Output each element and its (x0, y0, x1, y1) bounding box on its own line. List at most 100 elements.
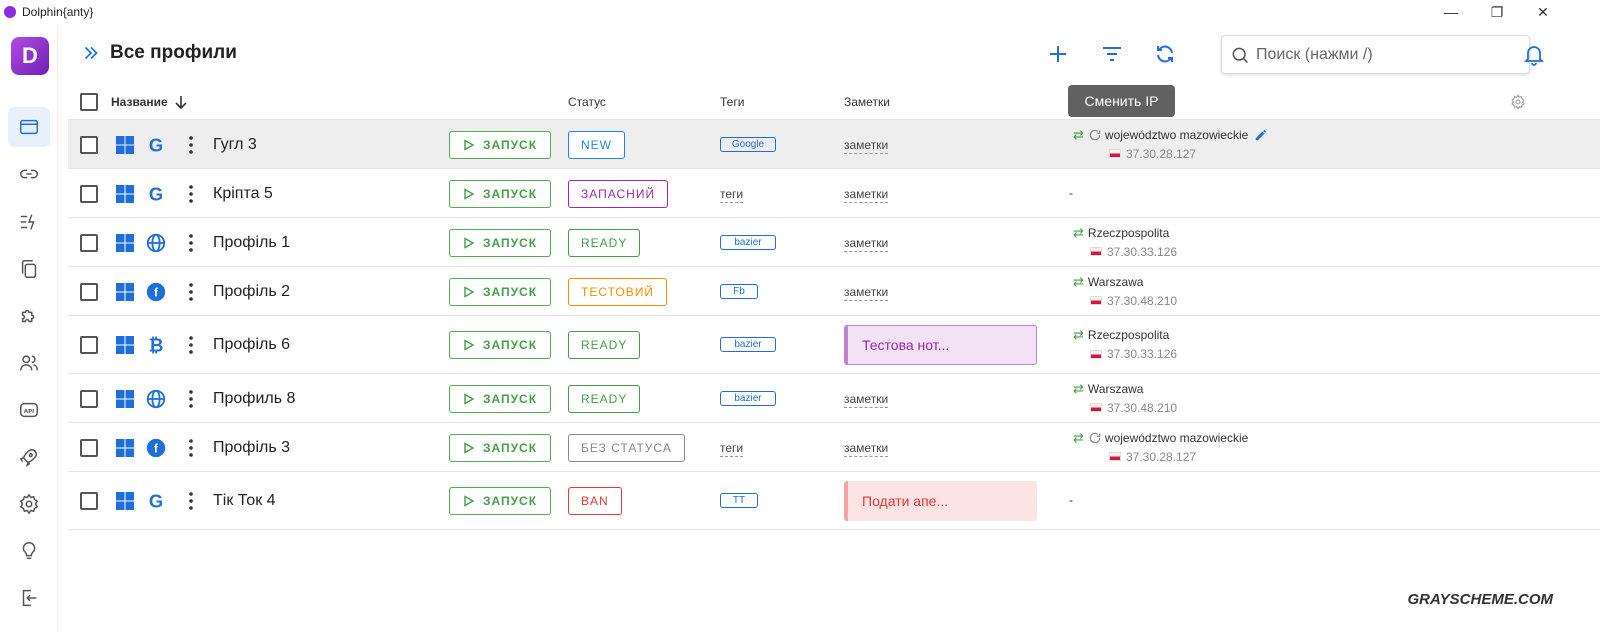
tag-chip[interactable]: bazier (720, 337, 776, 352)
column-settings-gear-icon[interactable] (1510, 94, 1526, 110)
profile-name[interactable]: Профіль 6 (213, 336, 290, 354)
notes-link[interactable]: заметки (844, 441, 889, 457)
row-checkbox[interactable] (80, 438, 98, 457)
row-checkbox[interactable] (80, 492, 98, 510)
sidebar-item-api[interactable]: API (8, 390, 50, 430)
more-vertical-icon[interactable] (185, 389, 197, 409)
filter-button[interactable] (1098, 40, 1126, 68)
rotate-icon[interactable] (1088, 128, 1102, 142)
proxy-swap-icon[interactable]: ⇄ (1073, 327, 1084, 343)
notes-link[interactable]: заметки (844, 285, 889, 301)
launch-button[interactable]: ЗАПУСК (449, 433, 551, 462)
profile-name[interactable]: Кріпта 5 (213, 185, 273, 203)
proxy-swap-icon[interactable]: ⇄ (1073, 127, 1084, 143)
more-vertical-icon[interactable] (185, 282, 197, 302)
launch-button[interactable]: ЗАПУСК (449, 228, 551, 257)
row-checkbox[interactable] (80, 389, 98, 408)
select-all-checkbox[interactable] (80, 93, 98, 111)
status-badge[interactable]: NEW (568, 130, 625, 159)
search-input[interactable] (1256, 45, 1516, 64)
more-vertical-icon[interactable] (185, 184, 197, 204)
tag-chip[interactable]: bazier (720, 234, 776, 250)
notes-link[interactable]: заметки (844, 138, 889, 154)
notes-link[interactable]: заметки (844, 236, 889, 252)
sidebar-item-proxies[interactable] (8, 154, 50, 194)
more-vertical-icon[interactable] (185, 233, 197, 253)
minimize-icon[interactable]: — (1428, 0, 1474, 24)
table-row[interactable]: ₿ Профіль 6 ЗАПУСК READY bazier Тестова … (68, 316, 1600, 374)
tag-chip[interactable]: TT (720, 493, 758, 508)
profile-name[interactable]: Гугл 3 (213, 136, 257, 154)
sidebar-item-settings[interactable] (8, 484, 50, 524)
sidebar-item-scenarios[interactable] (8, 202, 50, 242)
pencil-icon[interactable] (1254, 128, 1268, 142)
search-box[interactable] (1221, 35, 1530, 74)
more-vertical-icon[interactable] (185, 438, 197, 458)
add-profile-button[interactable] (1044, 40, 1072, 68)
launch-button[interactable]: ЗАПУСК (449, 384, 551, 413)
launch-button[interactable]: ЗАПУСК (449, 331, 551, 359)
close-icon[interactable]: ✕ (1520, 0, 1566, 24)
column-header-tags[interactable]: Теги (720, 95, 744, 109)
row-checkbox[interactable] (80, 233, 98, 252)
notes-link[interactable]: заметки (844, 392, 889, 408)
sort-arrow-down-icon[interactable] (174, 94, 188, 110)
more-vertical-icon[interactable] (185, 491, 197, 511)
table-row[interactable]: Профиль 8 ЗАПУСК READY bazier заметки ⇄ … (68, 374, 1600, 423)
dolphin-logo-icon[interactable]: D (11, 37, 49, 75)
status-badge[interactable]: READY (568, 384, 641, 413)
proxy-swap-icon[interactable]: ⇄ (1073, 225, 1084, 241)
note-box[interactable]: Тестова нот... (844, 325, 1037, 365)
profile-name[interactable]: Профіль 1 (213, 234, 290, 252)
row-checkbox[interactable] (80, 282, 98, 301)
sidebar-item-extensions[interactable] (8, 296, 50, 336)
launch-button[interactable]: ЗАПУСК (449, 130, 551, 159)
table-row[interactable]: G Гугл 3 ЗАПУСК NEW Google заметки ⇄ woj… (68, 120, 1600, 169)
notifications-button[interactable] (1520, 40, 1548, 68)
table-row[interactable]: G Кріпта 5 ЗАПУСК ЗАПАСНИЙ теги заметки … (68, 169, 1600, 218)
launch-button[interactable]: ЗАПУСК (449, 179, 551, 208)
table-row[interactable]: Профіль 1 ЗАПУСК READY bazier заметки ⇄ … (68, 218, 1600, 267)
tag-chip[interactable]: Google (720, 136, 776, 152)
status-badge[interactable]: ЗАПАСНИЙ (568, 179, 669, 208)
profile-name[interactable]: Профиль 8 (213, 390, 295, 408)
change-ip-button[interactable] (1151, 40, 1179, 68)
status-badge[interactable]: ТЕСТОВИЙ (568, 277, 667, 306)
restore-icon[interactable]: ❐ (1474, 0, 1520, 24)
sidebar-item-rocket[interactable] (8, 437, 50, 477)
proxy-swap-icon[interactable]: ⇄ (1073, 274, 1084, 290)
tags-link[interactable]: теги (720, 187, 744, 203)
status-badge[interactable]: БЕЗ СТАТУСА (568, 433, 685, 462)
launch-button[interactable]: ЗАПУСК (449, 487, 551, 515)
tag-chip[interactable]: Fb (720, 283, 758, 299)
status-badge[interactable]: READY (568, 228, 641, 257)
tag-chip[interactable]: bazier (720, 390, 776, 406)
sidebar-item-tips[interactable] (8, 531, 50, 571)
profile-name[interactable]: Тік Ток 4 (213, 492, 276, 510)
sidebar-item-copy[interactable] (8, 249, 50, 289)
profile-name[interactable]: Профіль 3 (213, 439, 290, 457)
rotate-icon[interactable] (1088, 431, 1102, 445)
notes-link[interactable]: заметки (844, 187, 889, 203)
table-row[interactable]: f Профіль 3 ЗАПУСК БЕЗ СТАТУСА теги заме… (68, 423, 1600, 472)
more-vertical-icon[interactable] (185, 335, 197, 355)
proxy-swap-icon[interactable]: ⇄ (1073, 430, 1084, 446)
sidebar-item-logout[interactable] (8, 578, 50, 618)
column-header-name[interactable]: Название (111, 95, 168, 109)
profile-name[interactable]: Профіль 2 (213, 283, 290, 301)
row-checkbox[interactable] (80, 135, 98, 154)
proxy-swap-icon[interactable]: ⇄ (1073, 381, 1084, 397)
status-badge[interactable]: READY (568, 331, 641, 359)
note-box[interactable]: Подати апе... (844, 481, 1037, 521)
status-badge[interactable]: BAN (568, 487, 622, 515)
double-chevron-right-icon[interactable] (80, 42, 102, 64)
sidebar-item-profiles[interactable] (8, 107, 50, 147)
sidebar-item-users[interactable] (8, 343, 50, 383)
table-row[interactable]: G Тік Ток 4 ЗАПУСК BAN TT Подати апе... … (68, 472, 1600, 530)
more-vertical-icon[interactable] (185, 135, 197, 155)
column-header-status[interactable]: Статус (568, 95, 606, 109)
row-checkbox[interactable] (80, 184, 98, 203)
tags-link[interactable]: теги (720, 441, 744, 457)
row-checkbox[interactable] (80, 336, 98, 354)
column-header-notes[interactable]: Заметки (844, 95, 890, 109)
